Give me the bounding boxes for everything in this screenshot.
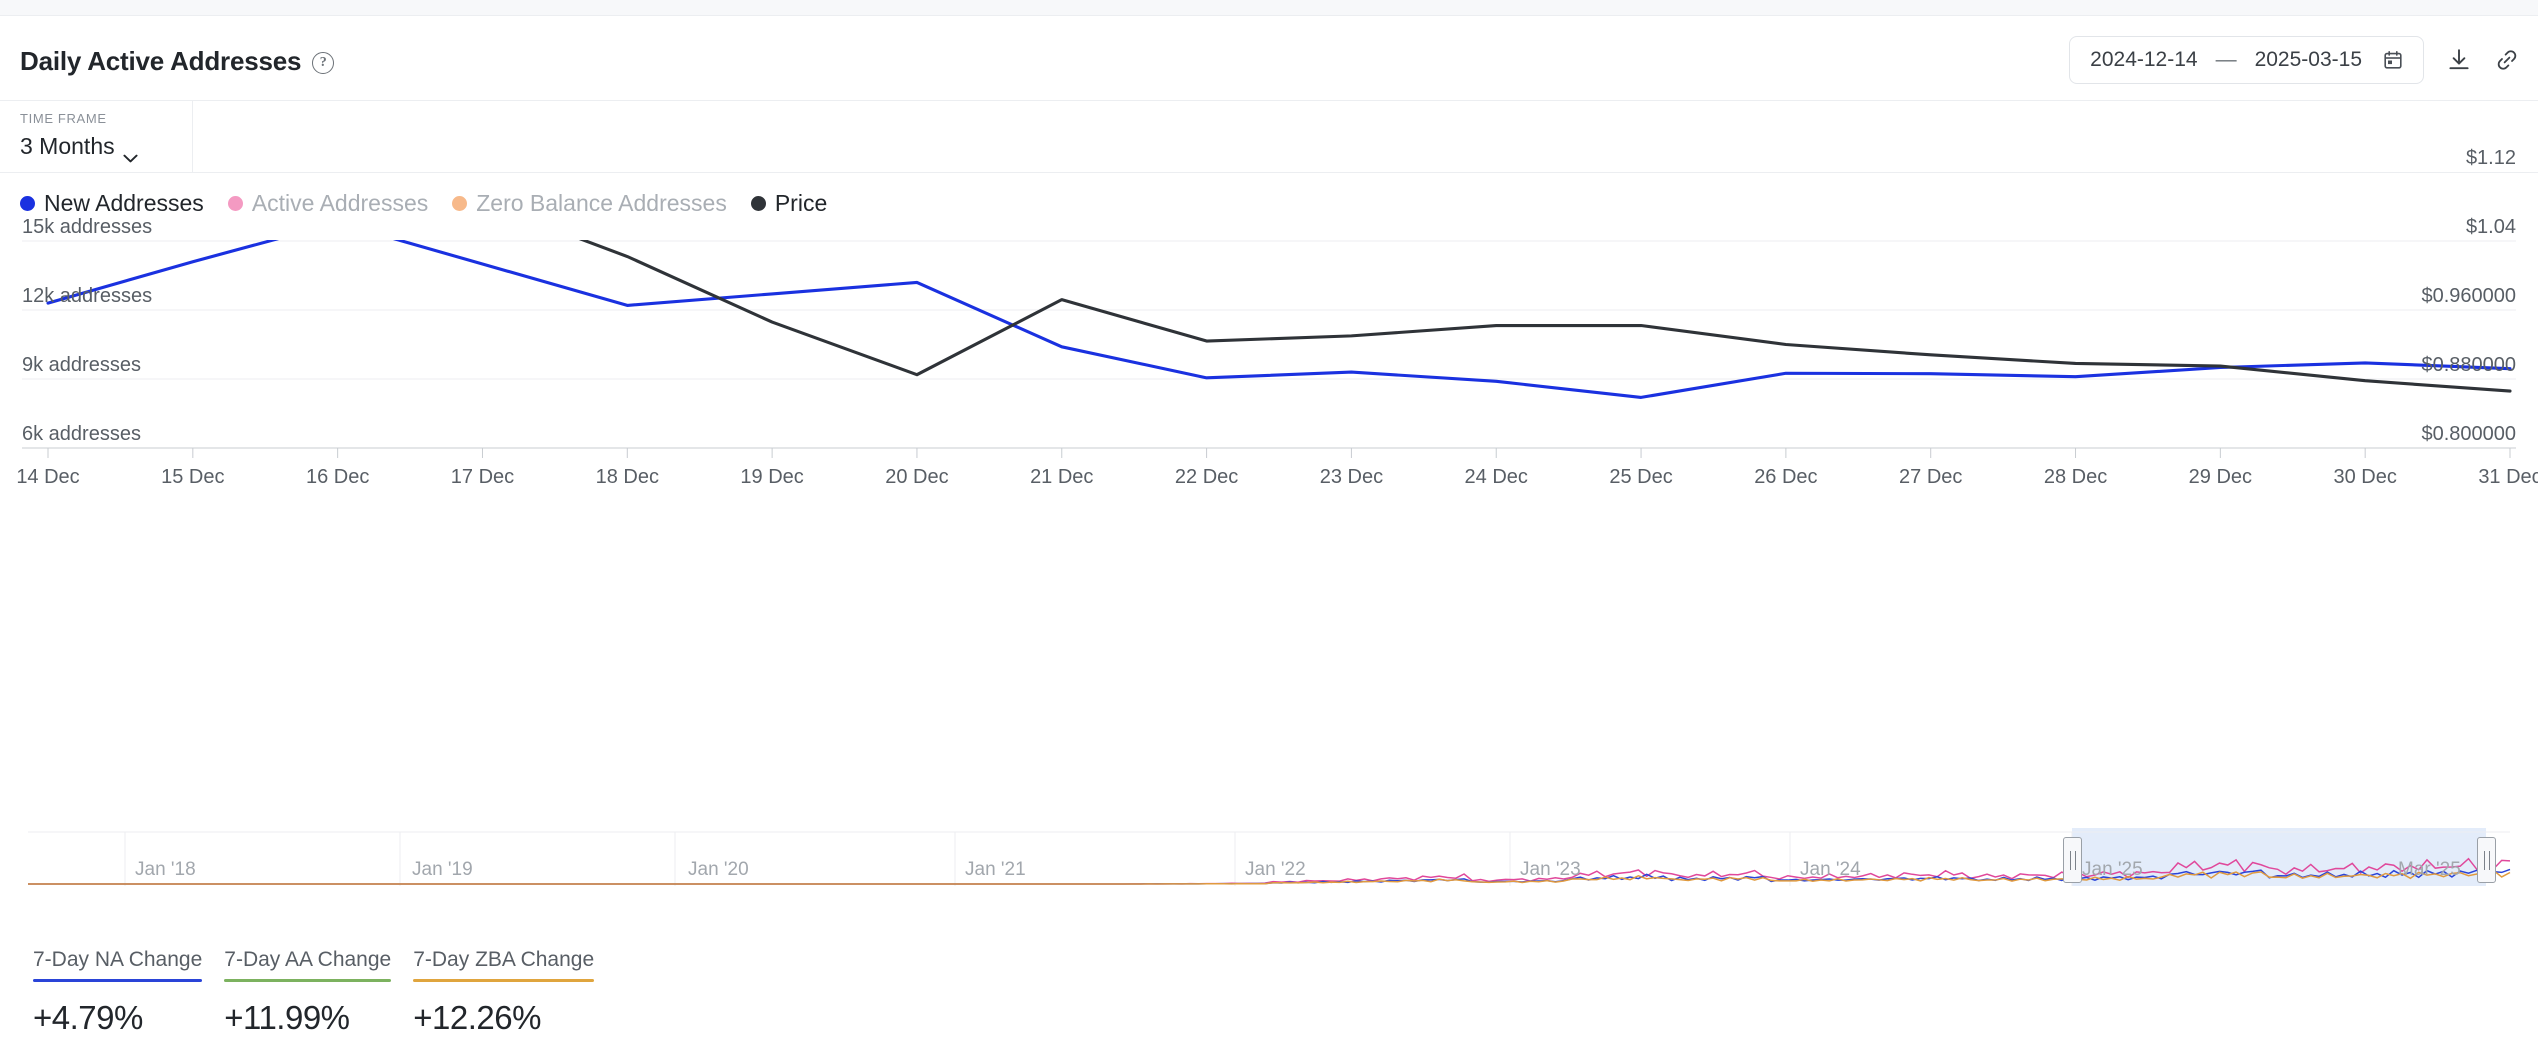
y-axis-right-tick-label: $0.880000: [2421, 354, 2516, 376]
x-axis-tick-label: 28 Dec: [2043, 466, 2108, 488]
stat-value: +11.99%: [224, 999, 350, 1036]
stat-card-0[interactable]: 7-Day NA Change +4.79%: [33, 948, 210, 1037]
y-axis-right-tick-label: $1.12: [2465, 147, 2516, 169]
x-axis-tick-label: 24 Dec: [1464, 466, 1528, 488]
y-axis-left-tick-label: 12k addresses: [22, 285, 153, 307]
x-axis-tick-label: 21 Dec: [1030, 466, 1094, 488]
stats-row: 7-Day NA Change +4.79% 7-Day AA Change +11.…: [33, 948, 602, 1037]
date-range-end[interactable]: 2025-03-15: [2255, 48, 2362, 72]
date-range-separator: —: [2215, 48, 2237, 71]
navigator-tick-label: Jan '23: [1520, 859, 1581, 880]
legend-item-label: Price: [774, 190, 828, 216]
legend-dot-icon: [20, 196, 35, 211]
question-mark-circle-icon[interactable]: ?: [312, 51, 335, 74]
chart-header: Daily Active Addresses ? 2024-12-14 — 20…: [0, 16, 2538, 101]
legend-dot-icon: [452, 196, 468, 211]
chevron-down-icon: [123, 142, 138, 163]
stat-label[interactable]: 7-Day NA Change: [33, 948, 202, 979]
series-line-new-addresses[interactable]: [46, 240, 2512, 399]
date-range-picker[interactable]: 2024-12-14 — 2025-03-15: [2069, 36, 2424, 84]
x-axis-tick-label: 17 Dec: [450, 466, 515, 488]
y-axis-right-tick-label: $0.960000: [2421, 285, 2516, 307]
timeframe-select[interactable]: 3 Months: [20, 133, 192, 163]
top-strip: [0, 0, 2538, 16]
x-axis-tick-label: 25 Dec: [1609, 466, 1673, 488]
stat-value: +4.79%: [33, 999, 143, 1036]
navigator-tick-label: Jan '21: [965, 859, 1026, 880]
stat-card-1[interactable]: 7-Day AA Change +11.99%: [224, 948, 399, 1037]
navigator-tick-label: Jan '24: [1800, 859, 1861, 880]
chart-navigator[interactable]: Jan '18 Jan '19 Jan '20 Jan '21 Jan '22 Jan '…: [0, 818, 2538, 890]
x-axis-tick-label: 18 Dec: [595, 466, 659, 488]
navigator-left-handle[interactable]: [2063, 837, 2082, 883]
x-axis-tick-label: 14 Dec: [16, 466, 80, 488]
x-axis-tick-label: 29 Dec: [2188, 466, 2253, 488]
stat-underline: [33, 979, 203, 982]
navigator-tick-label: Jan '25: [2082, 859, 2143, 880]
legend-dot-icon: [227, 196, 243, 211]
x-axis-tick-label: 20 Dec: [885, 466, 949, 488]
date-range-start[interactable]: 2024-12-14: [2090, 48, 2197, 72]
timeframe-value: 3 Months: [20, 133, 115, 159]
chart-svg: [22, 240, 2516, 458]
legend-item-label: Active Addresses: [251, 190, 429, 216]
x-axis-tick-label: 27 Dec: [1899, 466, 1963, 488]
navigator-right-handle[interactable]: [2477, 837, 2496, 883]
chart-plot-area[interactable]: 6k addresses 9k addresses 12k addresses 15k…: [0, 147, 2538, 760]
navigator-tick-label: Jan '22: [1245, 859, 1306, 880]
header-actions: 2024-12-14 — 2025-03-15: [2069, 36, 2520, 84]
stat-card-2[interactable]: 7-Day ZBA Change +12.26%: [413, 948, 602, 1037]
daily-active-addresses-chart-page: Daily Active Addresses ? 2024-12-14 — 20…: [0, 0, 2538, 1044]
stat-label[interactable]: 7-Day AA Change: [224, 948, 391, 979]
legend-dot-icon: [750, 196, 766, 211]
legend-item-label: Zero Balance Addresses: [476, 190, 727, 216]
title-group: Daily Active Addresses ?: [20, 46, 335, 77]
stat-value: +12.26%: [413, 999, 541, 1036]
navigator-tick-label: Mar '25: [2398, 859, 2461, 880]
x-axis-tick-label: 19 Dec: [740, 466, 804, 488]
stat-underline: [413, 979, 595, 982]
timeframe-cell[interactable]: TIME FRAME 3 Months: [0, 101, 193, 173]
legend-item-zero-balance-addresses[interactable]: Zero Balance Addresses: [452, 190, 727, 217]
legend-item-new-addresses[interactable]: New Addresses: [20, 190, 204, 217]
x-axis-tick-label: 26 Dec: [1754, 466, 1818, 488]
y-axis-right-tick-label: $0.800000: [2421, 423, 2516, 445]
navigator-tick-label: Jan '20: [688, 859, 749, 880]
x-axis-tick-label: 15 Dec: [161, 466, 225, 488]
y-axis-left-tick-label: 15k addresses: [22, 216, 153, 238]
x-axis-tick-label: 22 Dec: [1174, 466, 1239, 488]
legend-item-label: New Addresses: [44, 190, 204, 216]
timeframe-label: TIME FRAME: [20, 111, 107, 126]
calendar-icon[interactable]: [2383, 50, 2403, 70]
series-line-price[interactable]: [48, 240, 2512, 393]
navigator-tick-label: Jan '18: [135, 859, 196, 880]
y-axis-left-tick-label: 9k addresses: [22, 354, 141, 376]
chart-legend: New Addresses Active Addresses Zero Balanc…: [20, 190, 827, 217]
download-icon[interactable]: [2446, 47, 2472, 73]
legend-item-active-addresses[interactable]: Active Addresses: [227, 190, 429, 217]
y-axis-left-tick-label: 6k addresses: [22, 423, 141, 445]
stat-underline: [224, 979, 392, 982]
stat-label[interactable]: 7-Day ZBA Change: [413, 948, 594, 979]
x-axis-tick-label: 31 Dec: [2478, 466, 2538, 488]
legend-item-price[interactable]: Price: [750, 190, 828, 217]
timeframe-bar: TIME FRAME 3 Months: [0, 101, 2538, 173]
navigator-tick-label: Jan '19: [412, 859, 473, 880]
page-title: Daily Active Addresses: [20, 46, 302, 76]
y-axis-right-tick-label: $1.04: [2465, 216, 2516, 238]
x-axis-tick-label: 16 Dec: [305, 466, 370, 488]
x-axis-tick-label: 30 Dec: [2333, 466, 2397, 488]
x-axis-tick-label: 23 Dec: [1319, 466, 1384, 488]
link-icon[interactable]: [2494, 47, 2520, 73]
